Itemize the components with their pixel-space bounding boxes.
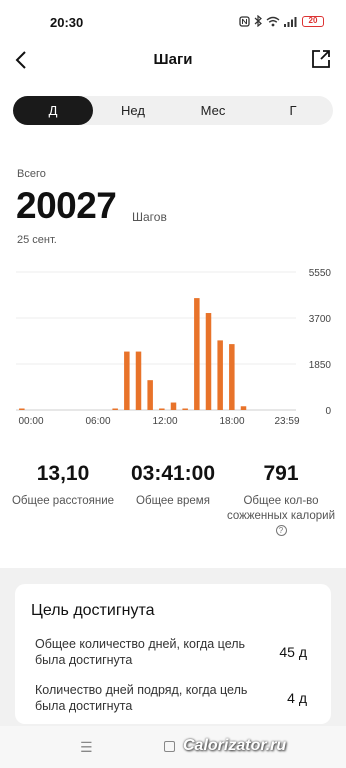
y-tick-label: 3700: [309, 314, 332, 325]
signal-icon: [284, 16, 297, 27]
bar[interactable]: [112, 408, 118, 411]
status-bar: 20:30 20: [0, 0, 346, 44]
x-tick-label: 18:00: [219, 416, 244, 427]
bar[interactable]: [205, 313, 212, 410]
wifi-icon: [266, 16, 280, 26]
bar[interactable]: [182, 408, 188, 411]
stat-distance-label: Общее расстояние: [11, 495, 115, 507]
bar[interactable]: [147, 380, 153, 410]
page-title: Шаги: [153, 51, 193, 68]
bar[interactable]: [124, 351, 130, 410]
export-icon[interactable]: [310, 48, 332, 70]
stat-calories-value: 791: [263, 462, 299, 485]
goal-row-total-value: 45 д: [279, 644, 307, 660]
y-tick-label: 0: [325, 406, 331, 417]
total-label: Всего: [17, 168, 46, 180]
stat-distance-value: 13,10: [36, 462, 90, 485]
goal-row-total: Общее количество дней, когда цель была д…: [35, 636, 315, 668]
menu-icon[interactable]: ☰: [80, 739, 93, 756]
tab-month[interactable]: Мес: [173, 96, 253, 125]
stat-calories: 791 Общее кол-во сожженных калорий ?: [226, 462, 336, 539]
tab-day[interactable]: Д: [13, 96, 93, 125]
help-icon[interactable]: ?: [275, 525, 287, 537]
summary-date: 25 сент.: [17, 234, 57, 246]
status-icons: 20: [239, 15, 324, 27]
home-icon[interactable]: [164, 741, 175, 752]
tab-week[interactable]: Нед: [93, 96, 173, 125]
bar[interactable]: [217, 340, 223, 410]
watermark: Calorizator.ru: [183, 737, 287, 754]
goal-row-streak-value: 4 д: [287, 690, 307, 706]
nfc-icon: [239, 15, 250, 27]
bar[interactable]: [170, 402, 177, 410]
goal-row-total-label: Общее количество дней, когда цель была д…: [35, 637, 246, 667]
y-tick-label: 5550: [309, 268, 332, 279]
total-steps-unit: Шагов: [132, 210, 167, 224]
system-nav-bar: ☰ Calorizator.ru: [0, 726, 346, 768]
x-tick-label: 12:00: [152, 416, 177, 427]
bar[interactable]: [229, 344, 235, 410]
stat-time-value: 03:41:00: [130, 462, 216, 485]
y-tick-label: 1850: [309, 360, 332, 371]
goal-row-streak-label: Количество дней подряд, когда цель была …: [35, 683, 248, 713]
x-tick-label: 23:59: [274, 416, 299, 427]
stat-distance: 13,10 Общее расстояние: [8, 462, 118, 509]
x-tick-label: 06:00: [85, 416, 110, 427]
status-time: 20:30: [50, 15, 84, 30]
steps-bar-chart[interactable]: 5550 3700 1850 0 00:00 06:00 12:00 18:00 23:59: [0, 255, 346, 435]
bar[interactable]: [135, 351, 142, 410]
goal-title: Цель достигнута: [31, 602, 155, 619]
x-tick-label: 00:00: [18, 416, 43, 427]
total-steps-value: 20027: [16, 185, 117, 226]
header: Шаги: [0, 40, 346, 80]
period-tabs: Д Нед Мес Г: [13, 96, 333, 125]
bar[interactable]: [159, 408, 165, 411]
goal-card: Цель достигнута Общее количество дней, к…: [15, 584, 331, 724]
stat-calories-label: Общее кол-во сожженных калорий ?: [226, 494, 336, 539]
bluetooth-icon: [254, 15, 262, 27]
goal-row-streak: Количество дней подряд, когда цель была …: [35, 682, 315, 714]
stat-calories-label-text: Общее кол-во сожженных калорий: [227, 495, 335, 522]
stat-time: 03:41:00 Общее время: [118, 462, 228, 509]
bar[interactable]: [240, 406, 247, 410]
stat-time-label: Общее время: [136, 495, 210, 507]
battery-icon: 20: [302, 15, 324, 27]
bar[interactable]: [19, 408, 25, 411]
bar[interactable]: [194, 298, 200, 410]
tab-year[interactable]: Г: [253, 96, 333, 125]
